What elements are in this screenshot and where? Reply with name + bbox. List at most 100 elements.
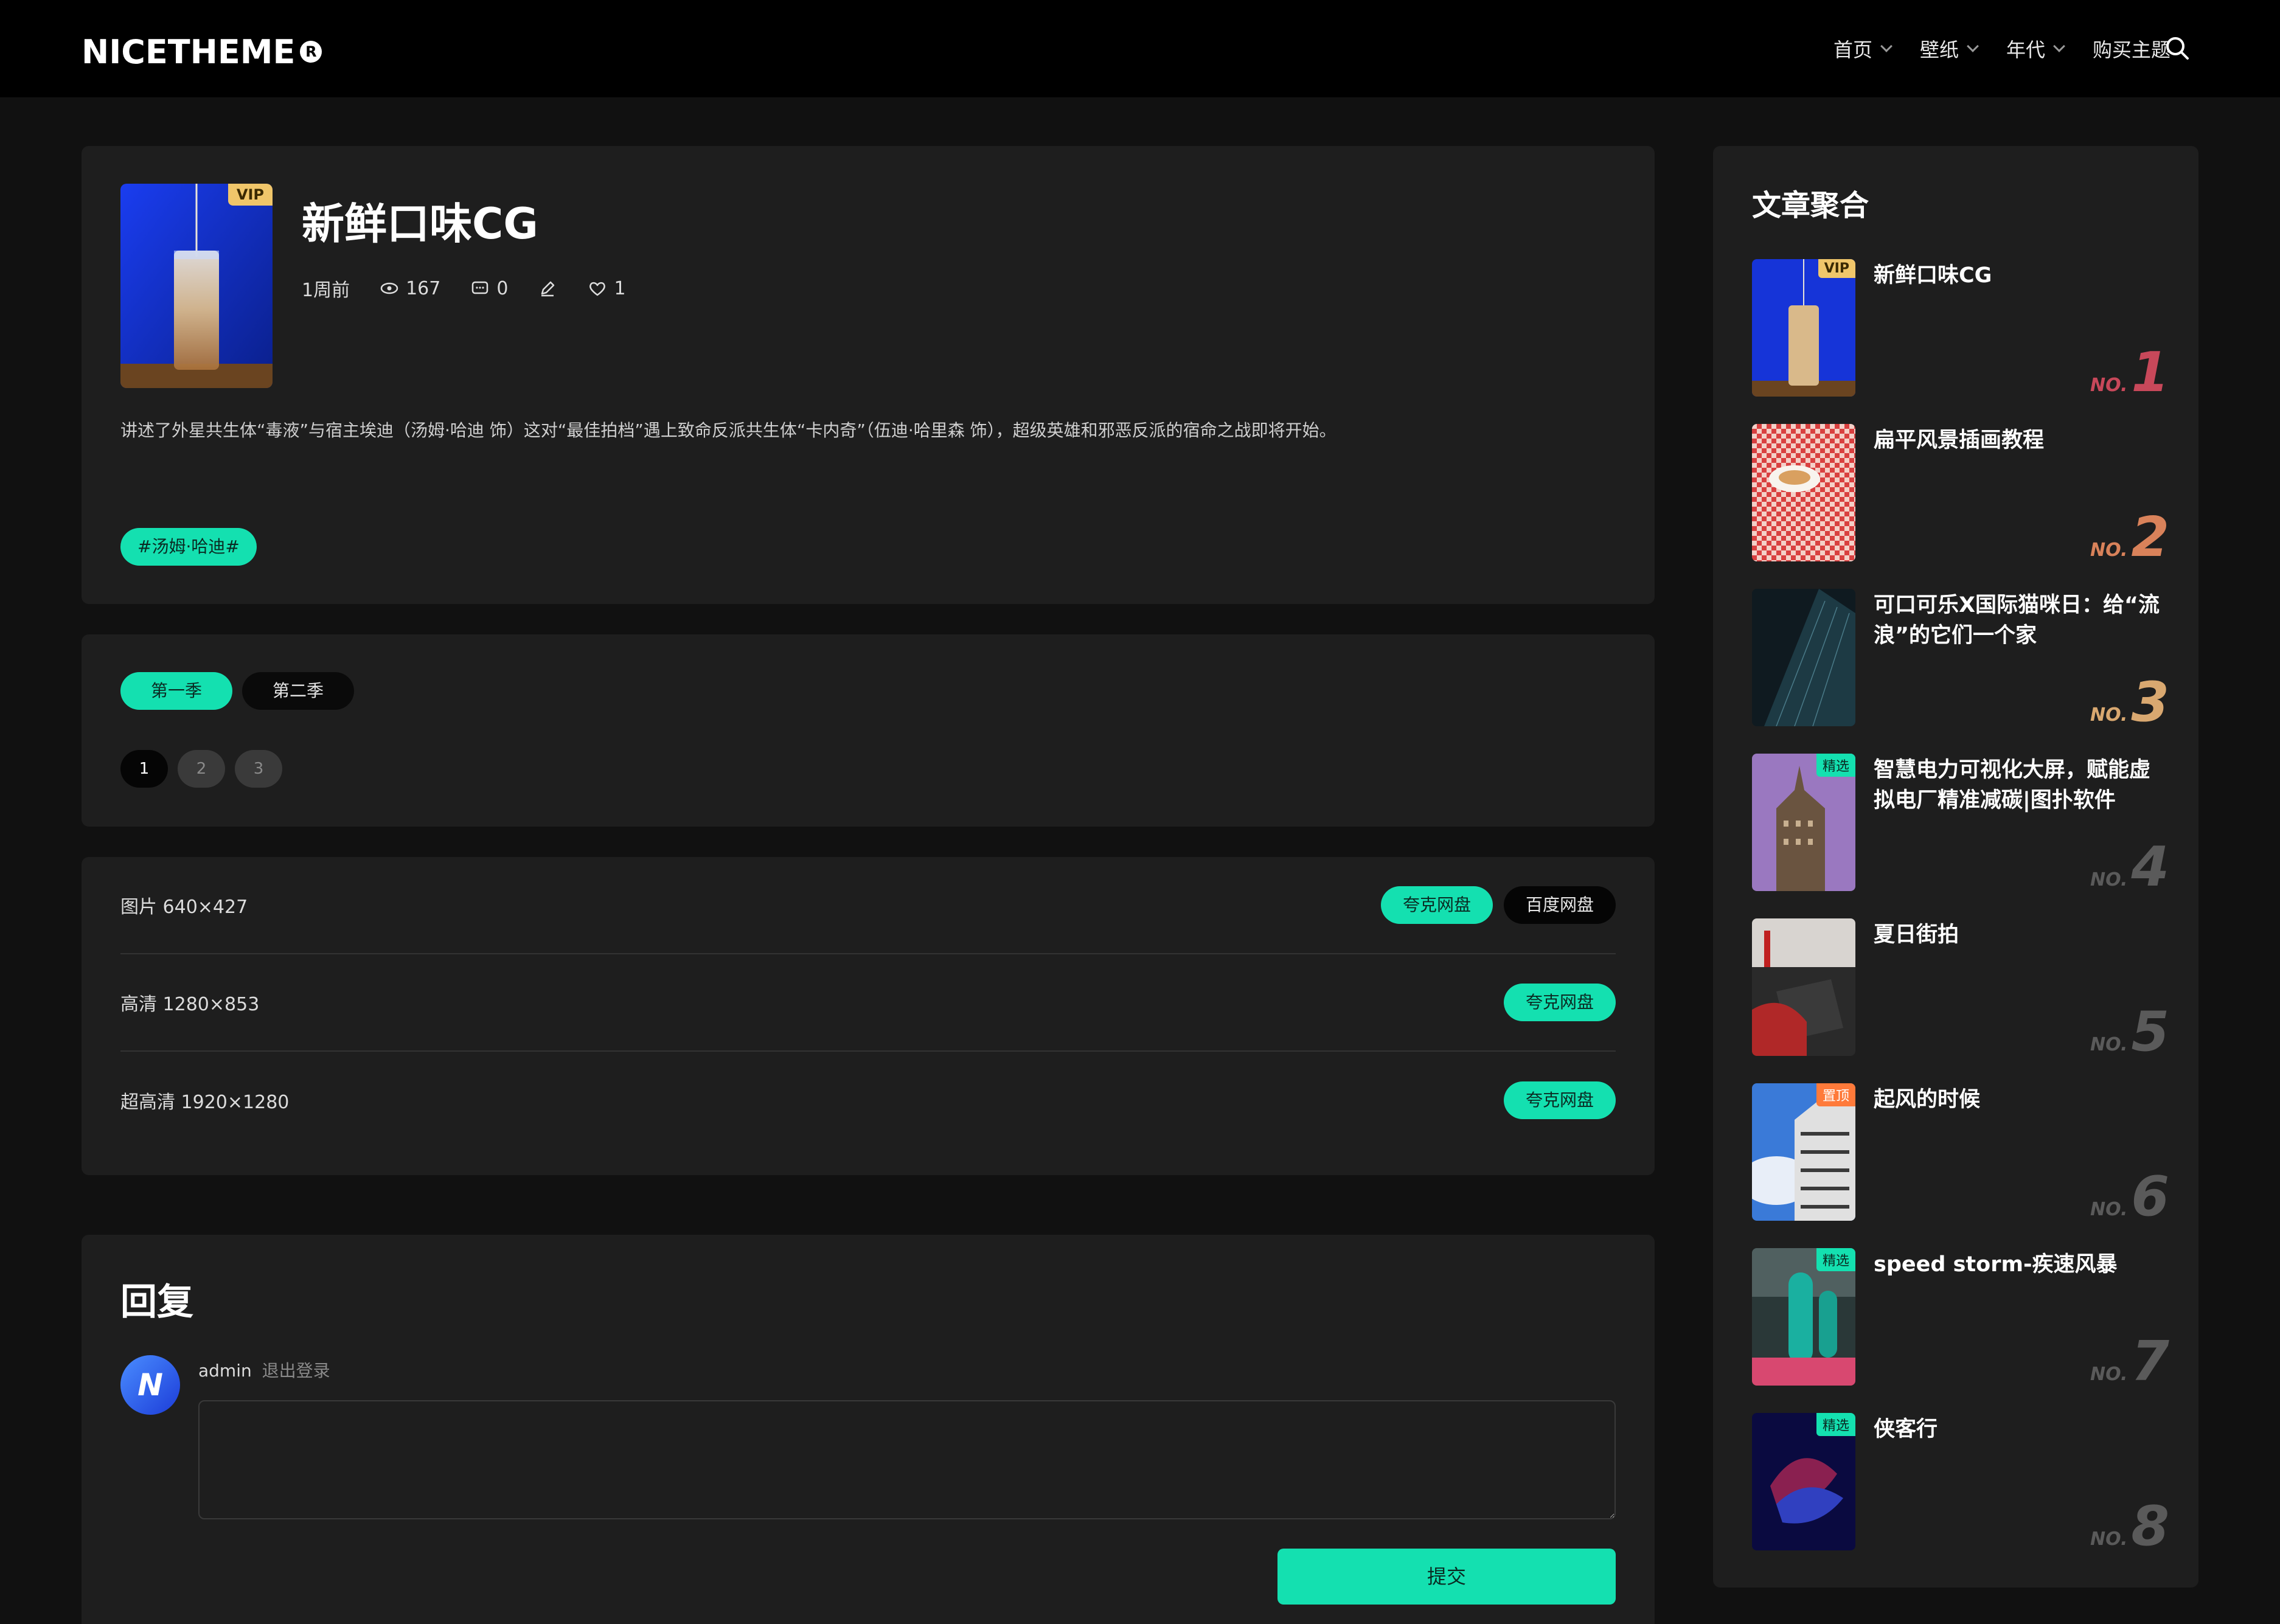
nav-item-home[interactable]: 首页 xyxy=(1833,35,1892,63)
sidebar-item[interactable]: 精选 侠客行 NO. 8 xyxy=(1752,1413,2169,1554)
post-detail-card: VIP 新鲜口味CG 1周前 167 0 1 讲述了外星共生体“毒液”与宿主埃迪… xyxy=(82,146,1655,604)
sidebar-item[interactable]: 可口可乐X国际猫咪日：给“流浪”的它们一个家 NO. 3 xyxy=(1752,589,2169,730)
comment-icon xyxy=(472,281,488,294)
nav-label: 壁纸 xyxy=(1919,38,1959,61)
rank-number: 1 xyxy=(2131,341,2169,404)
vip-badge: VIP xyxy=(228,184,273,206)
sidebar-thumbnail: 精选 xyxy=(1752,1248,1855,1386)
rank-label: NO. 7 xyxy=(2090,1334,2169,1389)
rank-label: NO. 8 xyxy=(2090,1499,2169,1554)
user-line: admin 退出登录 xyxy=(198,1358,330,1382)
sidebar-item[interactable]: 精选 智慧电力可视化大屏，赋能虚拟电厂精准减碳|图扑软件 NO. 4 xyxy=(1752,754,2169,895)
sidebar-thumbnail: 精选 xyxy=(1752,1413,1855,1550)
featured-badge: 精选 xyxy=(1816,754,1855,777)
download-label: 图片 640×427 xyxy=(120,897,248,918)
tab-season-2[interactable]: 第二季 xyxy=(242,672,354,710)
comments-text: 0 xyxy=(496,277,509,299)
pinned-badge: 置顶 xyxy=(1816,1083,1855,1106)
rank-prefix: NO. xyxy=(2090,1199,2128,1220)
rank-label: NO. 6 xyxy=(2090,1170,2169,1224)
nav-item-era[interactable]: 年代 xyxy=(2006,35,2065,63)
main-nav: 首页 壁纸 年代 购买主题 xyxy=(1833,32,2171,66)
submit-button[interactable]: 提交 xyxy=(1277,1549,1616,1605)
username: admin xyxy=(198,1361,252,1381)
nav-item-buy-theme[interactable]: 购买主题 xyxy=(2093,35,2171,63)
rank-prefix: NO. xyxy=(2090,540,2128,561)
logout-link[interactable]: 退出登录 xyxy=(262,1361,330,1381)
quark-drive-button[interactable]: 夸克网盘 xyxy=(1503,984,1616,1021)
heart-icon xyxy=(589,282,606,296)
logo-mark: R xyxy=(300,41,322,63)
tab-season-1[interactable]: 第一季 xyxy=(120,672,232,710)
avatar[interactable]: N xyxy=(120,1355,180,1415)
rank-prefix: NO. xyxy=(2090,704,2128,726)
baidu-drive-button[interactable]: 百度网盘 xyxy=(1503,886,1616,924)
vip-badge: VIP xyxy=(1818,259,1855,278)
nav-item-wallpaper[interactable]: 壁纸 xyxy=(1919,35,1979,63)
quark-drive-button[interactable]: 夸克网盘 xyxy=(1380,886,1493,924)
post-time: 1周前 xyxy=(302,275,350,302)
post-description: 讲述了外星共生体“毒液”与宿主埃迪（汤姆·哈迪 饰）这对“最佳拍档”遇上致命反派… xyxy=(120,420,1336,440)
like-button[interactable]: 1 xyxy=(587,278,626,299)
sidebar-article-list: 文章聚合 VIP 新鲜口味CG NO. 1 扁平风景插画教程 NO. 2 可口可… xyxy=(1713,146,2198,1588)
featured-badge: 精选 xyxy=(1816,1248,1855,1271)
rank-number: 2 xyxy=(2131,505,2169,569)
site-logo[interactable]: NICETHEME R xyxy=(82,30,322,73)
rank-label: NO. 5 xyxy=(2090,1005,2169,1060)
rank-label: NO. 3 xyxy=(2090,675,2169,730)
comment-textarea[interactable] xyxy=(198,1400,1616,1519)
sidebar-thumbnail: VIP xyxy=(1752,259,1855,397)
page-button-1[interactable]: 1 xyxy=(120,750,168,788)
rank-number: 8 xyxy=(2131,1494,2169,1558)
rank-number: 7 xyxy=(2131,1330,2169,1393)
sidebar-item[interactable]: 扁平风景插画教程 NO. 2 xyxy=(1752,424,2169,565)
drink-image xyxy=(120,184,273,388)
time-text: 1周前 xyxy=(302,280,350,301)
sidebar-item-title: 扁平风景插画教程 xyxy=(1874,428,2045,453)
logo-text: NICETHEME xyxy=(82,32,296,71)
reply-card: 回复 N admin 退出登录 提交 xyxy=(82,1235,1655,1624)
rank-prefix: NO. xyxy=(2090,1529,2128,1550)
download-card: 图片 640×427 夸克网盘 百度网盘 高清 1280×853 夸克网盘 超高… xyxy=(82,857,1655,1175)
sidebar-item[interactable]: 置顶 起风的时候 NO. 6 xyxy=(1752,1083,2169,1224)
sidebar-item-title: 新鲜口味CG xyxy=(1874,263,1992,288)
rank-label: NO. 2 xyxy=(2090,510,2169,565)
sidebar-item[interactable]: 夏日街拍 NO. 5 xyxy=(1752,918,2169,1060)
sidebar-thumbnail xyxy=(1752,424,1855,561)
page-button-2[interactable]: 2 xyxy=(178,750,225,788)
search-icon[interactable] xyxy=(2164,35,2190,61)
laptop-image xyxy=(1752,918,1855,1056)
post-meta: 1周前 167 0 1 xyxy=(302,275,655,302)
post-title: 新鲜口味CG xyxy=(302,199,538,249)
views-text: 167 xyxy=(406,277,441,299)
sidebar-item-title: 可口可乐X国际猫咪日：给“流浪”的它们一个家 xyxy=(1874,593,2160,648)
download-label: 超高清 1920×1280 xyxy=(120,1092,290,1113)
nav-label: 首页 xyxy=(1833,38,1872,61)
rank-number: 4 xyxy=(2131,835,2169,899)
sidebar-item[interactable]: 精选 speed storm-疾速风暴 NO. 7 xyxy=(1752,1248,2169,1389)
sidebar-item[interactable]: VIP 新鲜口味CG NO. 1 xyxy=(1752,259,2169,400)
chevron-down-icon xyxy=(1967,40,1979,52)
sidebar-thumbnail xyxy=(1752,589,1855,726)
post-tag[interactable]: #汤姆·哈迪# xyxy=(120,528,257,566)
comments-count[interactable]: 0 xyxy=(470,278,508,299)
featured-badge: 精选 xyxy=(1816,1413,1855,1436)
download-row: 超高清 1920×1280 夸克网盘 xyxy=(120,1052,1616,1149)
sidebar-item-title: 侠客行 xyxy=(1874,1417,1938,1442)
post-thumbnail[interactable]: VIP xyxy=(120,184,273,388)
pencil-icon xyxy=(541,281,555,297)
download-row: 高清 1280×853 夸克网盘 xyxy=(120,954,1616,1052)
season-card: 第一季 第二季 1 2 3 xyxy=(82,634,1655,827)
rank-number: 6 xyxy=(2131,1165,2169,1229)
picnic-image xyxy=(1752,424,1855,561)
site-header: NICETHEME R 首页 壁纸 年代 购买主题 xyxy=(0,0,2280,97)
rank-prefix: NO. xyxy=(2090,1364,2128,1385)
edit-button[interactable] xyxy=(537,278,558,299)
sidebar-item-title: 夏日街拍 xyxy=(1874,923,1959,947)
nav-label: 年代 xyxy=(2006,38,2045,61)
page-button-3[interactable]: 3 xyxy=(235,750,282,788)
chevron-down-icon xyxy=(2053,40,2065,52)
chevron-down-icon xyxy=(1880,40,1892,52)
rank-label: NO. 1 xyxy=(2090,345,2169,400)
quark-drive-button[interactable]: 夸克网盘 xyxy=(1503,1081,1616,1119)
